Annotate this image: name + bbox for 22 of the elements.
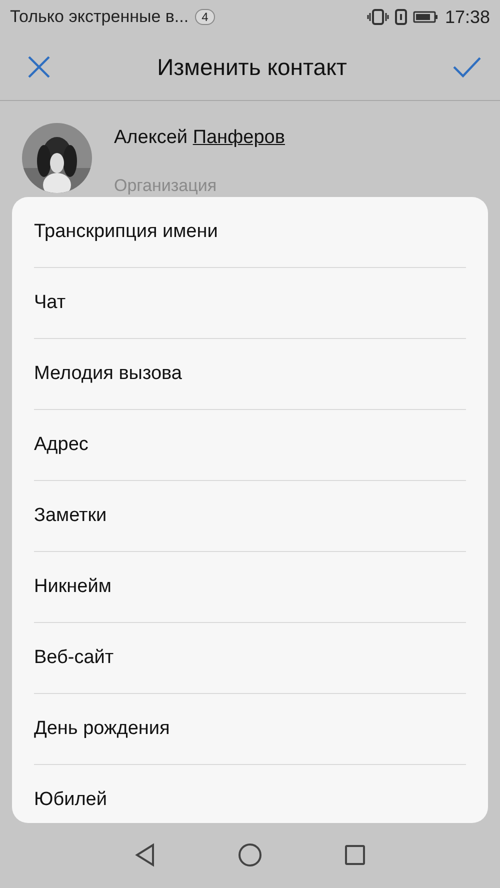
notification-count: 4	[194, 9, 216, 25]
close-icon	[26, 54, 52, 80]
menu-item[interactable]: Мелодия вызова	[34, 339, 466, 409]
screen-title: Изменить контакт	[157, 54, 347, 80]
checkmark-icon	[452, 55, 482, 79]
menu-item[interactable]: Заметки	[34, 481, 466, 551]
home-icon[interactable]	[238, 843, 262, 867]
menu-item[interactable]: Транскрипция имени	[34, 197, 466, 267]
menu-item[interactable]: Веб-сайт	[34, 623, 466, 693]
notification-text: Только экстренные в...	[10, 7, 189, 27]
menu-item[interactable]: Юбилей	[34, 765, 466, 835]
menu-item[interactable]: Адрес	[34, 410, 466, 480]
sim-icon	[394, 9, 407, 25]
menu-item[interactable]: Никнейм	[34, 552, 466, 622]
name-field[interactable]: Алексей Панферов	[114, 127, 285, 149]
menu-item[interactable]: День рождения	[34, 694, 466, 764]
battery-icon	[412, 10, 439, 24]
recents-icon[interactable]	[344, 844, 366, 866]
menu-item[interactable]: Чат	[34, 268, 466, 338]
clock-text: 17:38	[444, 6, 490, 28]
back-icon[interactable]	[134, 843, 156, 867]
vibrate-icon	[366, 9, 389, 25]
